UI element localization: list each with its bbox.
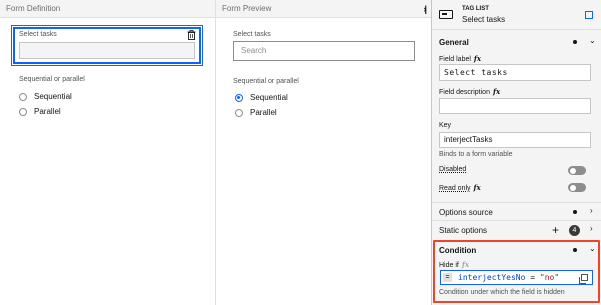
options-source-title[interactable]: Options source	[439, 208, 493, 217]
field-label: Select tasks	[19, 31, 57, 38]
open-external-icon[interactable]	[585, 11, 593, 19]
form-preview-header: Form Preview ›|	[216, 0, 431, 18]
key-label: Key	[439, 122, 452, 129]
selected-tag-list-field[interactable]: Select tasks	[11, 25, 203, 66]
preview-radio-group-label: Sequential or parallel	[233, 78, 299, 85]
add-option-icon[interactable]: +	[552, 224, 559, 236]
chevron-down-icon[interactable]: ⌄	[589, 36, 596, 45]
radio-button[interactable]	[19, 107, 27, 116]
tag-list-input-placeholder	[19, 42, 195, 59]
hide-if-expression-input[interactable]: = interjectYesNo = "no"	[440, 270, 593, 285]
disabled-toggle[interactable]	[568, 166, 586, 175]
radio-button-selected[interactable]	[235, 93, 243, 102]
key-helper-text: Binds to a form variable	[439, 151, 513, 158]
disabled-label: Disabled	[439, 166, 467, 173]
radio-label: Parallel	[34, 107, 61, 116]
radio-button[interactable]	[235, 108, 243, 117]
equals-icon: =	[443, 273, 452, 282]
field-description-input[interactable]	[439, 98, 591, 114]
form-preview-pane: Form Preview ›| Select tasks Search Sequ…	[216, 0, 432, 305]
static-options-title[interactable]: Static options	[439, 226, 487, 235]
radio-option-parallel[interactable]: Parallel	[19, 106, 61, 117]
radio-label: Parallel	[250, 108, 277, 117]
chevron-right-icon[interactable]: ›	[590, 206, 593, 215]
field-description-label: Field description fx	[439, 87, 501, 96]
properties-pane: TAG LIST Select tasks General ⌄ Field la…	[432, 0, 601, 305]
radio-label: Sequential	[250, 93, 288, 102]
form-preview-title: Form Preview	[222, 4, 272, 13]
radio-label: Sequential	[34, 92, 72, 101]
radio-option-sequential[interactable]: Sequential	[19, 91, 72, 102]
preview-radio-option-parallel[interactable]: Parallel	[235, 107, 277, 118]
section-dot-icon	[573, 210, 577, 214]
section-dot-icon	[573, 248, 577, 252]
condition-section-title[interactable]: Condition	[439, 246, 476, 255]
copy-icon[interactable]	[579, 274, 588, 284]
field-label-input[interactable]: Select tasks	[439, 64, 591, 81]
expression-text: interjectYesNo = "no"	[458, 273, 560, 282]
fx-icon[interactable]: fx	[493, 87, 500, 96]
read-only-toggle[interactable]	[568, 183, 586, 192]
fx-icon[interactable]: fx	[474, 183, 481, 192]
field-label-label: Field label fx	[439, 54, 482, 63]
read-only-label: Read only fx	[439, 183, 481, 192]
general-section-title[interactable]: General	[439, 38, 469, 47]
trash-icon[interactable]	[187, 30, 196, 40]
radio-group-label: Sequential or parallel	[19, 76, 85, 83]
tag-list-icon	[439, 10, 453, 19]
section-divider	[432, 202, 601, 203]
properties-header: TAG LIST Select tasks	[432, 0, 601, 30]
option-count-badge: 4	[569, 225, 580, 236]
collapse-right-icon[interactable]: ›|	[423, 0, 426, 18]
condition-helper-text: Condition under which the field is hidde…	[439, 289, 565, 296]
component-name: Select tasks	[462, 15, 506, 24]
form-definition-pane: Form Definition Select tasks Sequential …	[0, 0, 216, 305]
component-type: TAG LIST	[462, 6, 489, 12]
fx-icon[interactable]: fx	[474, 54, 481, 63]
chevron-right-icon[interactable]: ›	[590, 224, 593, 233]
radio-button[interactable]	[19, 92, 27, 101]
preview-radio-option-sequential[interactable]: Sequential	[235, 92, 288, 103]
search-input[interactable]: Search	[233, 41, 415, 61]
section-divider	[432, 220, 601, 221]
chevron-down-icon[interactable]: ⌄	[589, 244, 596, 253]
form-definition-header: Form Definition	[0, 0, 215, 18]
hide-if-label: Hide if fx	[439, 260, 470, 269]
section-dot-icon	[573, 40, 577, 44]
preview-field-label: Select tasks	[233, 31, 271, 38]
condition-section: Condition ⌄ Hide if fx = interjectYesNo =…	[433, 240, 600, 303]
fx-icon[interactable]: fx	[462, 260, 469, 269]
key-input[interactable]: interjectTasks	[439, 132, 591, 148]
